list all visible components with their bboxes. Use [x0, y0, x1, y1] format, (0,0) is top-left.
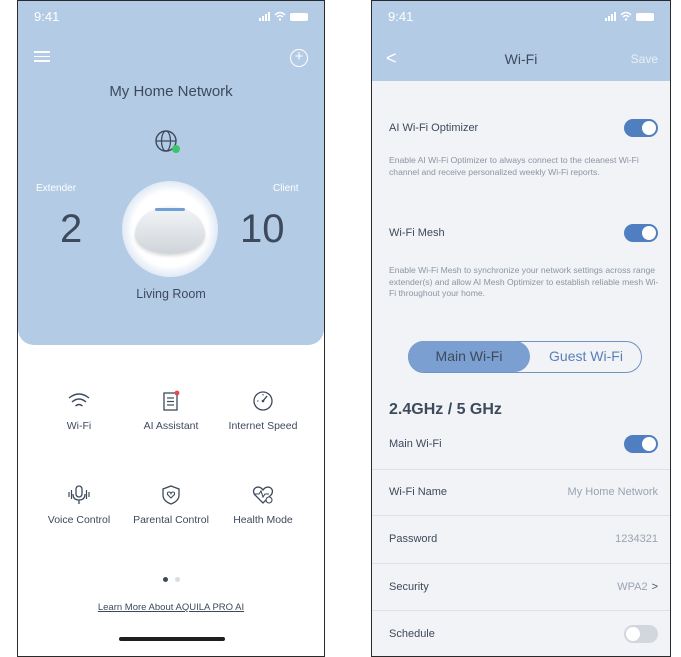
password-value[interactable]: 1234321: [615, 533, 658, 545]
security-row[interactable]: WPA2 >: [617, 581, 658, 593]
password-label: Password: [389, 533, 438, 545]
wifi-type-segmented-control: Main Wi-Fi Guest Wi-Fi: [408, 341, 642, 373]
schedule-label: Schedule: [389, 628, 435, 640]
ai-optimizer-description: Enable AI Wi-Fi Optimizer to always conn…: [389, 155, 639, 177]
feature-health-mode[interactable]: Health Mode: [218, 483, 308, 527]
learn-more-link[interactable]: Learn More About AQUILA PRO AI: [18, 602, 324, 613]
main-wifi-label: Main Wi-Fi: [389, 438, 442, 450]
feature-label: Voice Control: [47, 514, 111, 526]
status-bar: 9:41: [388, 7, 654, 27]
status-bar: 9:41: [34, 7, 308, 27]
mesh-description: Enable Wi-Fi Mesh to synchronize your ne…: [389, 265, 659, 298]
page-indicator: [18, 577, 324, 582]
tab-main-wifi[interactable]: Main Wi-Fi: [408, 341, 530, 372]
main-wifi-toggle[interactable]: [624, 435, 658, 453]
client-count[interactable]: 10: [240, 207, 285, 252]
feature-label: Health Mode: [233, 514, 293, 526]
wifi-icon: [68, 393, 90, 407]
wifi-name-label: Wi-Fi Name: [389, 486, 448, 498]
feature-ai-assistant[interactable]: AI Assistant: [126, 389, 216, 433]
page-title: Wi-Fi: [504, 51, 538, 67]
router-location: Living Room: [136, 287, 206, 301]
add-device-icon[interactable]: +: [290, 49, 308, 67]
schedule-toggle[interactable]: [624, 625, 658, 643]
wifi-status-icon: [620, 11, 632, 21]
microphone-icon: [68, 485, 90, 504]
home-indicator: [119, 637, 225, 641]
status-time: 9:41: [388, 9, 414, 24]
header: 9:41 < Wi-Fi Save: [372, 1, 670, 81]
mesh-label: Wi-Fi Mesh: [389, 227, 445, 239]
mesh-toggle[interactable]: [624, 224, 658, 242]
ai-optimizer-toggle[interactable]: [624, 119, 658, 137]
home-screen: 9:41 + My Home Network Extender 2 Client…: [17, 0, 325, 657]
wifi-name-value[interactable]: My Home Network: [568, 486, 658, 498]
security-value: WPA2: [617, 581, 648, 593]
feature-voice-control[interactable]: Voice Control: [34, 483, 124, 527]
feature-wifi[interactable]: Wi-Fi: [34, 389, 124, 433]
speedometer-icon: [253, 391, 273, 411]
feature-internet-speed[interactable]: Internet Speed: [218, 389, 308, 433]
network-name: My Home Network: [109, 83, 233, 100]
battery-icon: [290, 13, 308, 21]
feature-label: Wi-Fi: [66, 420, 92, 432]
cellular-signal-icon: [259, 11, 270, 21]
internet-globe-icon: [155, 130, 180, 153]
tab-guest-wifi[interactable]: Guest Wi-Fi: [531, 342, 641, 371]
shield-heart-icon: [162, 485, 180, 505]
feature-label: AI Assistant: [143, 420, 199, 432]
wifi-settings-screen: 9:41 < Wi-Fi Save AI Wi-Fi Optimizer Ena…: [371, 0, 671, 657]
ai-optimizer-label: AI Wi-Fi Optimizer: [389, 122, 479, 134]
menu-icon[interactable]: [34, 51, 50, 65]
status-time: 9:41: [34, 9, 60, 24]
feature-parental-control[interactable]: Parental Control: [126, 483, 216, 527]
extender-label: Extender: [36, 183, 77, 194]
wifi-status-icon: [274, 11, 286, 21]
document-icon: [163, 390, 180, 411]
band-title: 2.4GHz / 5 GHz: [389, 401, 502, 418]
security-label: Security: [389, 581, 429, 593]
battery-icon: [636, 13, 654, 21]
heart-monitor-icon: [252, 486, 274, 504]
cellular-signal-icon: [605, 11, 616, 21]
extender-count[interactable]: 2: [60, 207, 82, 252]
client-label: Client: [273, 183, 299, 194]
chevron-right-icon: >: [651, 581, 658, 593]
save-button[interactable]: Save: [631, 52, 658, 66]
feature-label: Internet Speed: [228, 420, 298, 432]
feature-label: Parental Control: [133, 514, 209, 526]
